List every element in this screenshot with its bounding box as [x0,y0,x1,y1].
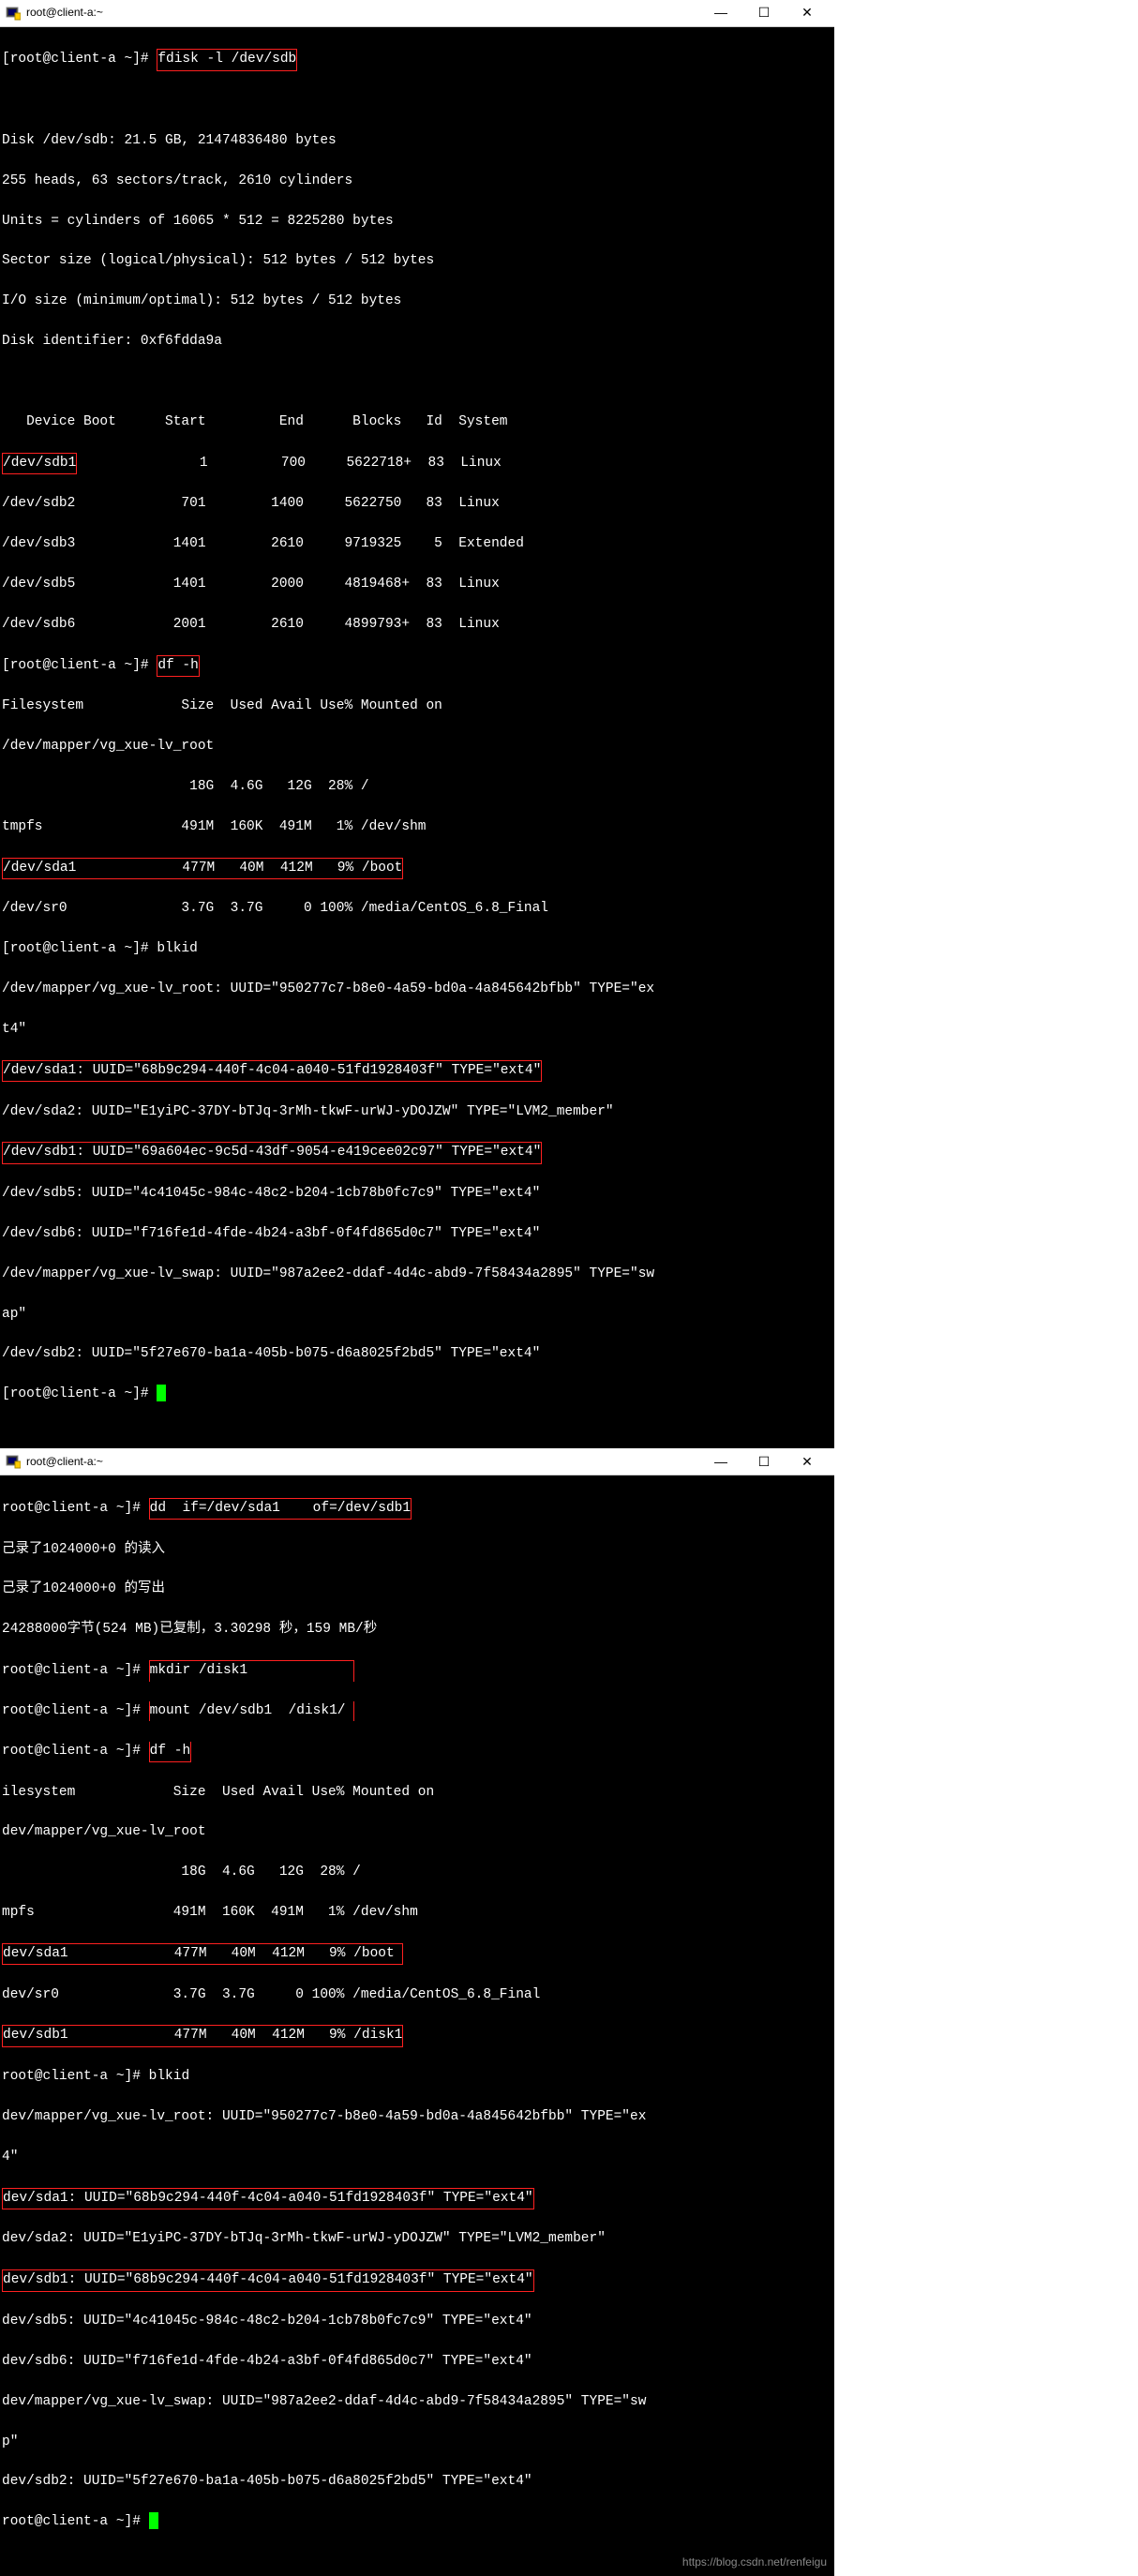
maximize-button[interactable]: ☐ [742,1448,786,1475]
blk-sda1-2: dev/sda1: UUID="68b9c294-440f-4c04-a040-… [2,2188,534,2209]
io-info: I/O size (minimum/optimal): 512 bytes / … [2,292,832,311]
cmd-mount: mount /dev/sdb1 /disk1/ [149,1701,355,1721]
df-vg: /dev/mapper/vg_xue-lv_root [2,737,832,756]
df-header: Filesystem Size Used Avail Use% Mounted … [2,696,832,716]
blk-vg2: t4" [2,1020,832,1040]
df-sda1-2: dev/sda1 477M 40M 412M 9% /boot [2,1943,403,1965]
titlebar-2: root@client-a:~ — ☐ ✕ [0,1448,834,1475]
disk-info: Disk /dev/sdb: 21.5 GB, 21474836480 byte… [2,131,832,151]
sdb3-row: /dev/sdb3 1401 2610 9719325 5 Extended [2,534,832,554]
df-tmpfs: tmpfs 491M 160K 491M 1% /dev/shm [2,817,832,837]
df-sr0-2: dev/sr0 3.7G 3.7G 0 100% /media/CentOS_6… [2,1985,832,2005]
df-vg-2: dev/mapper/vg_xue-lv_root [2,1822,832,1842]
prompt: [root@client-a ~]# [2,1386,157,1401]
df-sr0: /dev/sr0 3.7G 3.7G 0 100% /media/CentOS_… [2,899,832,919]
cmd-blkid: blkid [157,941,198,956]
close-button[interactable]: ✕ [786,1448,829,1475]
window-title-2: root@client-a:~ [26,1452,699,1472]
dd-in: 己录了1024000+0 的读入 [2,1540,832,1560]
blk-vg1-2: dev/mapper/vg_xue-lv_root: UUID="950277c… [2,2107,832,2127]
units-info: Units = cylinders of 16065 * 512 = 82252… [2,212,832,232]
blk-sda1: /dev/sda1: UUID="68b9c294-440f-4c04-a040… [2,1060,542,1082]
blk-vg2-2: 4" [2,2148,832,2167]
heads-info: 255 heads, 63 sectors/track, 2610 cylind… [2,172,832,191]
blk-vg1: /dev/mapper/vg_xue-lv_root: UUID="950277… [2,980,832,999]
sdb5-row: /dev/sdb5 1401 2000 4819468+ 83 Linux [2,575,832,594]
cmd-fdisk: fdisk -l /dev/sdb [157,49,297,70]
blk-swap2: ap" [2,1305,832,1325]
window-title-1: root@client-a:~ [26,3,699,22]
df-vg2-2: 18G 4.6G 12G 28% / [2,1863,832,1882]
df-header2: ilesystem Size Used Avail Use% Mounted o… [2,1783,832,1803]
prompt: root@client-a ~]# [2,1703,149,1718]
blk-sdb6: /dev/sdb6: UUID="f716fe1d-4fde-4b24-a3bf… [2,1224,832,1244]
prompt: root@client-a ~]# [2,2069,149,2084]
terminal-content-1[interactable]: [root@client-a ~]# fdisk -l /dev/sdb Dis… [0,27,834,1448]
putty-icon [6,6,21,21]
blk-sda2-2: dev/sda2: UUID="E1yiPC-37DY-bTJq-3rMh-tk… [2,2229,832,2249]
terminal-window-2: root@client-a:~ — ☐ ✕ root@client-a ~]# … [0,1448,834,2576]
df-tmpfs2: mpfs 491M 160K 491M 1% /dev/shm [2,1903,832,1923]
prompt: [root@client-a ~]# [2,52,157,67]
maximize-button[interactable]: ☐ [742,0,786,26]
blk-sdb1: /dev/sdb1: UUID="69a604ec-9c5d-43df-9054… [2,1142,542,1163]
prompt: [root@client-a ~]# [2,941,157,956]
prompt: root@client-a ~]# [2,1744,149,1759]
cmd-blkid2: blkid [149,2069,190,2084]
blk-swap2-2: p" [2,2433,832,2452]
df-vg2: 18G 4.6G 12G 28% / [2,777,832,797]
minimize-button[interactable]: — [699,1448,742,1475]
cmd-df2: df -h [149,1742,192,1762]
blk-sdb2-2: dev/sdb2: UUID="5f27e670-ba1a-405b-b075-… [2,2472,832,2492]
titlebar-1: root@client-a:~ — ☐ ✕ [0,0,834,27]
cmd-df: df -h [157,655,200,677]
prompt: root@client-a ~]# [2,1663,149,1678]
prompt: [root@client-a ~]# [2,658,157,673]
cursor [149,2512,158,2529]
putty-icon [6,1454,21,1469]
df-sdb1-2: dev/sdb1 477M 40M 412M 9% /disk1 [2,2025,403,2046]
blk-sdb5: /dev/sdb5: UUID="4c41045c-984c-48c2-b204… [2,1184,832,1204]
blk-sda2: /dev/sda2: UUID="E1yiPC-37DY-bTJq-3rMh-t… [2,1102,832,1122]
blk-sdb1-2: dev/sdb1: UUID="68b9c294-440f-4c04-a040-… [2,2269,534,2291]
sdb6-row: /dev/sdb6 2001 2610 4899793+ 83 Linux [2,615,832,635]
blk-swap1: /dev/mapper/vg_xue-lv_swap: UUID="987a2e… [2,1265,832,1284]
blk-sdb2: /dev/sdb2: UUID="5f27e670-ba1a-405b-b075… [2,1344,832,1364]
dd-out: 己录了1024000+0 的写出 [2,1580,832,1599]
sector-info: Sector size (logical/physical): 512 byte… [2,251,832,271]
prompt: root@client-a ~]# [2,1501,149,1516]
minimize-button[interactable]: — [699,0,742,26]
partition-header: Device Boot Start End Blocks Id System [2,412,832,432]
prompt: root@client-a ~]# [2,2514,149,2529]
dd-bytes: 24288000字节(524 MB)已复制，3.30298 秒，159 MB/秒 [2,1620,832,1640]
blk-sdb6-2: dev/sdb6: UUID="f716fe1d-4fde-4b24-a3bf-… [2,2352,832,2372]
cursor [157,1385,166,1401]
sdb2-row: /dev/sdb2 701 1400 5622750 83 Linux [2,494,832,514]
blk-swap1-2: dev/mapper/vg_xue-lv_swap: UUID="987a2ee… [2,2392,832,2412]
blk-sdb5-2: dev/sdb5: UUID="4c41045c-984c-48c2-b204-… [2,2312,832,2331]
terminal-window-1: root@client-a:~ — ☐ ✕ [root@client-a ~]#… [0,0,834,1448]
df-sda1: /dev/sda1 477M 40M 412M 9% /boot [2,858,403,879]
watermark: https://blog.csdn.net/renfeigu [682,2553,827,2572]
cmd-mkdir: mkdir /disk1 [149,1660,355,1681]
terminal-content-2[interactable]: root@client-a ~]# dd if=/dev/sda1 of=/de… [0,1475,834,2576]
ident-info: Disk identifier: 0xf6fdda9a [2,332,832,352]
cmd-dd: dd if=/dev/sda1 of=/dev/sdb1 [149,1498,412,1520]
close-button[interactable]: ✕ [786,0,829,26]
sdb1-device: /dev/sdb1 [2,453,77,474]
